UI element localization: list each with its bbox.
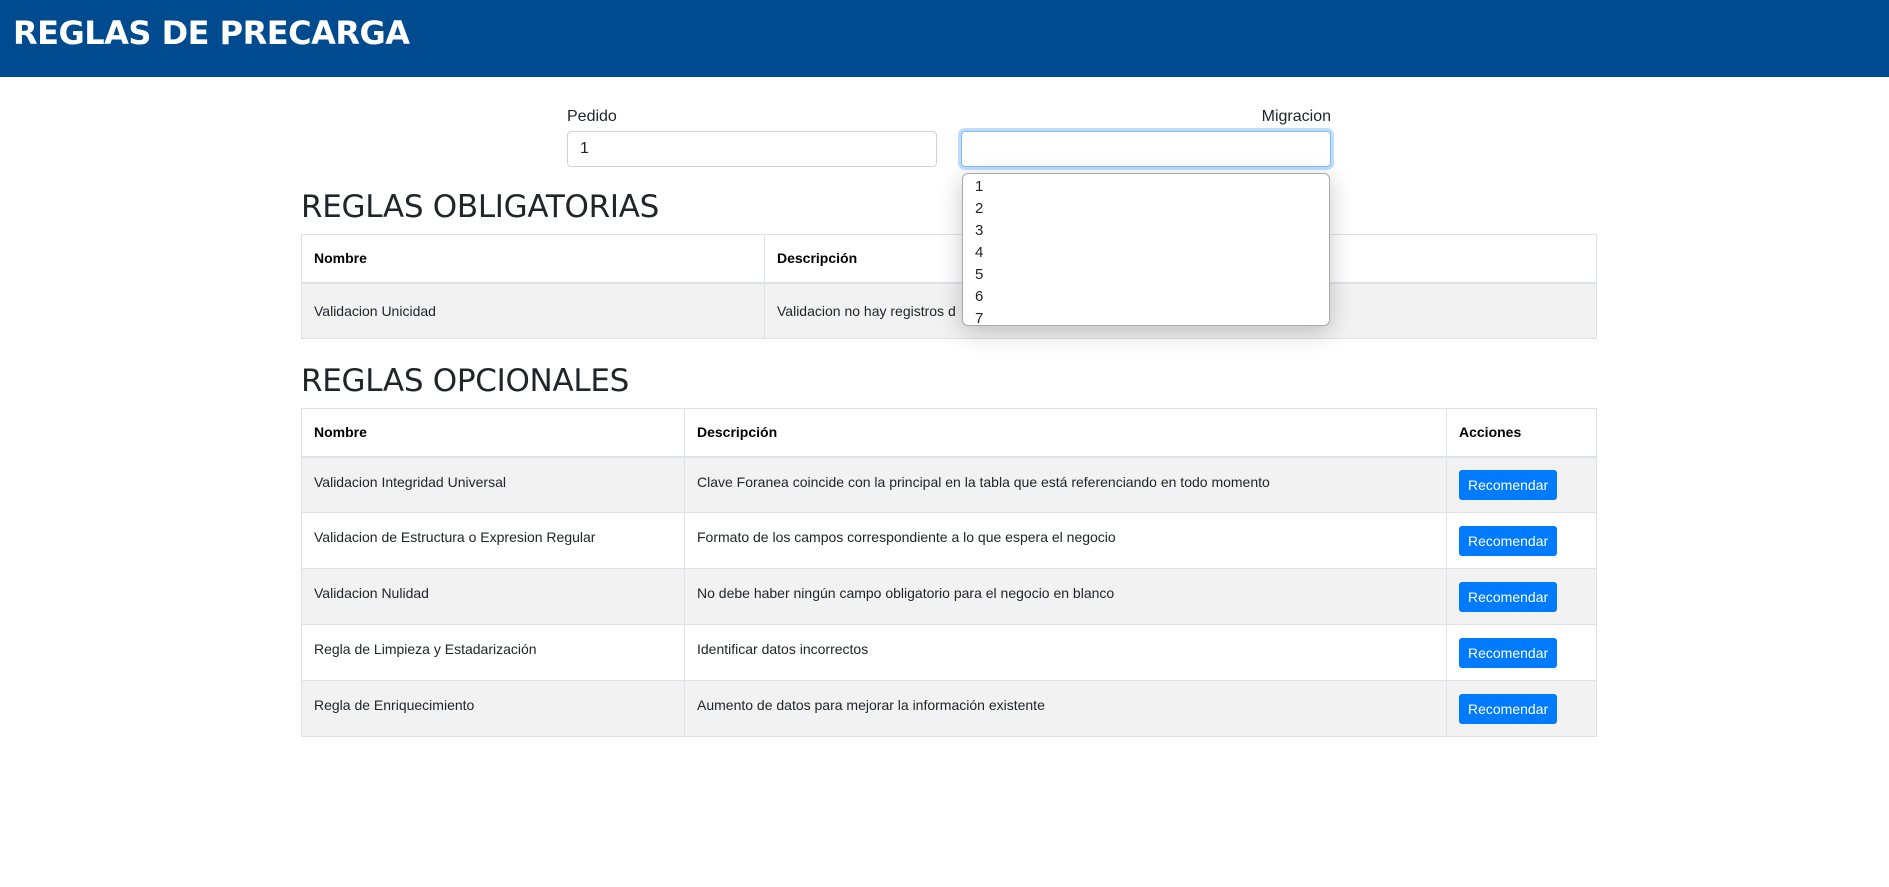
actions-cell: Recomendar [1446, 680, 1597, 737]
rule-name: Validacion de Estructura o Expresion Reg… [301, 512, 685, 569]
rule-description: Identificar datos incorrectos [684, 624, 1447, 681]
table-row: Validacion Integridad Universal Clave Fo… [301, 456, 1597, 513]
recomendar-button[interactable]: Recomendar [1459, 469, 1558, 500]
dropdown-option[interactable]: 2 [963, 198, 1329, 220]
actions-cell: Recomendar [1446, 624, 1597, 681]
obligatorias-table: Nombre Descripción Validacion Unicidad V… [301, 234, 1597, 339]
pedido-label: Pedido [567, 108, 617, 125]
dropdown-option[interactable]: 3 [963, 220, 1329, 242]
table-row: Validacion de Estructura o Expresion Reg… [301, 512, 1597, 569]
recomendar-button[interactable]: Recomendar [1459, 693, 1558, 724]
recomendar-button[interactable]: Recomendar [1459, 581, 1558, 612]
dropdown-option[interactable]: 5 [963, 264, 1329, 286]
opcionales-title: REGLAS OPCIONALES [301, 363, 629, 399]
page-title: REGLAS DE PRECARGA [13, 14, 410, 52]
actions-cell: Recomendar [1446, 512, 1597, 569]
dropdown-option[interactable]: 7 [963, 308, 1329, 325]
obligatorias-title: REGLAS OBLIGATORIAS [301, 189, 659, 225]
actions-cell: Recomendar [1446, 456, 1597, 513]
rule-name: Validacion Unicidad [301, 282, 765, 339]
top-header-bar: REGLAS DE PRECARGA [0, 0, 1889, 77]
recomendar-button[interactable]: Recomendar [1459, 637, 1558, 668]
column-header-nombre: Nombre [301, 408, 685, 458]
rule-name: Regla de Limpieza y Estadarización [301, 624, 685, 681]
rule-name: Validacion Integridad Universal [301, 456, 685, 513]
dropdown-option[interactable]: 4 [963, 242, 1329, 264]
table-row: Regla de Enriquecimiento Aumento de dato… [301, 680, 1597, 737]
migracion-input[interactable] [961, 131, 1331, 167]
actions-cell: Recomendar [1446, 568, 1597, 625]
rule-description: No debe haber ningún campo obligatorio p… [684, 568, 1447, 625]
dropdown-option[interactable]: 6 [963, 286, 1329, 308]
migracion-label: Migracion [1261, 108, 1331, 125]
rule-name: Validacion Nulidad [301, 568, 685, 625]
rule-description: Formato de los campos correspondiente a … [684, 512, 1447, 569]
migracion-dropdown: 1 2 3 4 5 6 7 [962, 173, 1330, 326]
table-row: Validacion Unicidad Validacion no hay re… [301, 282, 1597, 339]
rule-description: Aumento de datos para mejorar la informa… [684, 680, 1447, 737]
column-header-nombre: Nombre [301, 234, 765, 284]
table-row: Regla de Limpieza y Estadarización Ident… [301, 624, 1597, 681]
pedido-input[interactable] [567, 131, 937, 167]
opcionales-table: Nombre Descripción Acciones Validacion I… [301, 408, 1597, 737]
table-row: Validacion Nulidad No debe haber ningún … [301, 568, 1597, 625]
recomendar-button[interactable]: Recomendar [1459, 525, 1558, 556]
column-header-acciones: Acciones [1446, 408, 1597, 458]
column-header-descripcion: Descripción [684, 408, 1447, 458]
rule-description: Clave Foranea coincide con la principal … [684, 456, 1447, 513]
dropdown-option[interactable]: 1 [963, 176, 1329, 198]
rule-name: Regla de Enriquecimiento [301, 680, 685, 737]
